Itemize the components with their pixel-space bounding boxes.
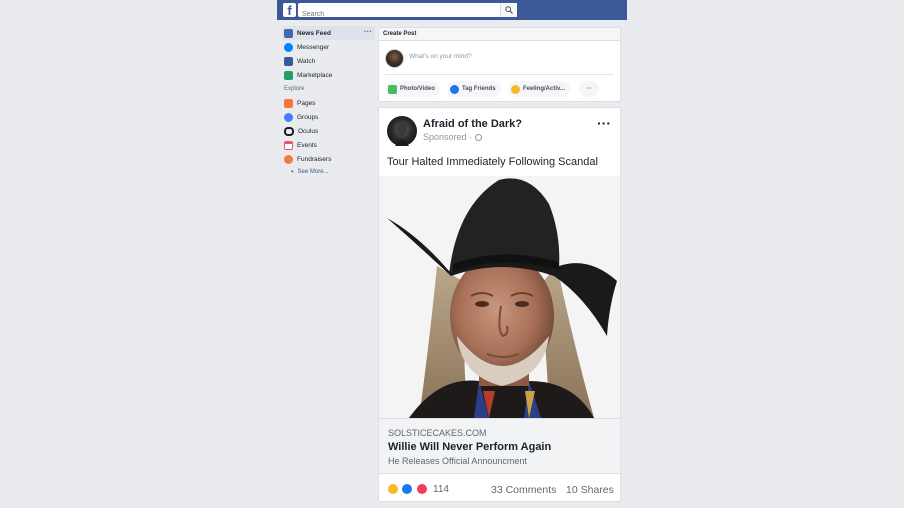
search-button[interactable] xyxy=(500,3,517,17)
photo-video-label: Photo/Video xyxy=(400,86,435,92)
sidebar-item-label: Messenger xyxy=(297,43,330,51)
tag-friends-icon xyxy=(450,84,459,94)
love-reaction-icon[interactable] xyxy=(416,483,428,495)
link-title[interactable]: Willie Will Never Perform Again xyxy=(388,441,551,453)
fundraiser-icon xyxy=(284,154,293,164)
photo-video-button[interactable]: Photo/Video xyxy=(385,81,440,97)
watch-icon xyxy=(284,56,293,66)
feeling-icon xyxy=(511,84,520,94)
sidebar-item-fundraisers[interactable]: Fundraisers xyxy=(282,152,375,166)
flag-icon xyxy=(284,98,293,108)
groups-icon xyxy=(284,112,293,122)
like-reaction-icon[interactable] xyxy=(401,483,413,495)
hooded-figure-icon xyxy=(395,122,409,146)
user-avatar[interactable] xyxy=(385,49,404,68)
sad-reaction-icon[interactable] xyxy=(387,483,399,495)
sidebar-item-label: Fundraisers xyxy=(297,155,332,163)
sponsored-text: Sponsored · xyxy=(423,132,475,142)
divider xyxy=(385,74,614,75)
facebook-logo-icon[interactable]: f xyxy=(283,3,296,17)
globe-icon xyxy=(474,134,482,141)
chevron-down-icon: ▾ xyxy=(291,169,294,175)
post-image[interactable] xyxy=(379,176,620,418)
create-post-title[interactable]: Create Post xyxy=(379,28,620,41)
link-preview[interactable]: SOLSTICECAKES.COM Willie Will Never Perf… xyxy=(379,418,620,474)
sidebar-item-events[interactable]: Events xyxy=(282,138,375,152)
news-feed-icon xyxy=(284,28,293,38)
sidebar-item-groups[interactable]: Groups xyxy=(282,110,375,124)
search-input[interactable] xyxy=(298,7,492,22)
sidebar-item-watch[interactable]: Watch xyxy=(282,54,375,68)
post-options-icon[interactable]: ··· xyxy=(597,116,611,130)
post-text: Tour Halted Immediately Following Scanda… xyxy=(387,156,598,168)
messenger-icon xyxy=(284,42,293,52)
marketplace-icon xyxy=(284,70,293,80)
left-sidebar: News Feed ··· Messenger Watch Marketplac… xyxy=(282,26,375,178)
explore-heading: Explore xyxy=(284,86,305,92)
magnifier-icon xyxy=(505,6,513,14)
cowboy-portrait-image xyxy=(379,176,620,418)
oculus-icon xyxy=(284,126,294,136)
sponsored-label: Sponsored · xyxy=(423,132,482,142)
page-avatar[interactable] xyxy=(387,116,417,146)
sidebar-item-label: Groups xyxy=(297,113,319,121)
sidebar-item-label: Oculus xyxy=(298,127,319,135)
post-stats-bar: 114 33 Comments 10 Shares xyxy=(379,476,620,500)
sidebar-item-label: Marketplace xyxy=(297,71,333,79)
sidebar-item-oculus[interactable]: Oculus xyxy=(282,124,375,138)
search-box[interactable] xyxy=(298,3,517,22)
reaction-count[interactable]: 114 xyxy=(433,484,449,495)
sidebar-item-label: Events xyxy=(297,141,317,149)
page-name-link[interactable]: Afraid of the Dark? xyxy=(423,118,522,130)
sidebar-item-label: Watch xyxy=(297,57,316,65)
feeling-activity-button[interactable]: Feeling/Activ... xyxy=(508,81,570,97)
sidebar-item-marketplace[interactable]: Marketplace xyxy=(282,68,375,82)
sidebar-item-label: News Feed xyxy=(297,29,331,37)
feeling-activity-label: Feeling/Activ... xyxy=(523,86,565,92)
tag-friends-label: Tag Friends xyxy=(462,86,496,92)
link-description: He Releases Official Announcment xyxy=(388,456,527,466)
see-more-label: See More... xyxy=(297,169,329,175)
link-domain: SOLSTICECAKES.COM xyxy=(388,428,487,438)
photo-icon xyxy=(388,84,397,94)
comments-count-link[interactable]: 33 Comments xyxy=(491,484,556,496)
create-post-composer: Create Post What's on your mind? Photo/V… xyxy=(378,27,621,102)
sponsored-post: Afraid of the Dark? Sponsored · ··· Tour… xyxy=(378,107,621,502)
facebook-window: f News Feed ··· Messenger Watch Marketpl… xyxy=(277,0,627,508)
shares-count-link[interactable]: 10 Shares xyxy=(566,484,614,496)
sidebar-item-messenger[interactable]: Messenger xyxy=(282,40,375,54)
see-more-link[interactable]: ▾ See More... xyxy=(282,166,375,178)
sidebar-item-pages[interactable]: Pages xyxy=(282,96,375,110)
tag-friends-button[interactable]: Tag Friends xyxy=(447,81,501,97)
top-navigation-bar: f xyxy=(277,0,627,22)
calendar-icon xyxy=(284,140,293,150)
status-input[interactable]: What's on your mind? xyxy=(409,53,472,60)
more-options-button[interactable]: ··· xyxy=(579,81,599,97)
sidebar-item-label: Pages xyxy=(297,99,316,107)
sidebar-item-news-feed[interactable]: News Feed ··· xyxy=(282,26,375,40)
news-feed-options-icon[interactable]: ··· xyxy=(364,28,372,36)
